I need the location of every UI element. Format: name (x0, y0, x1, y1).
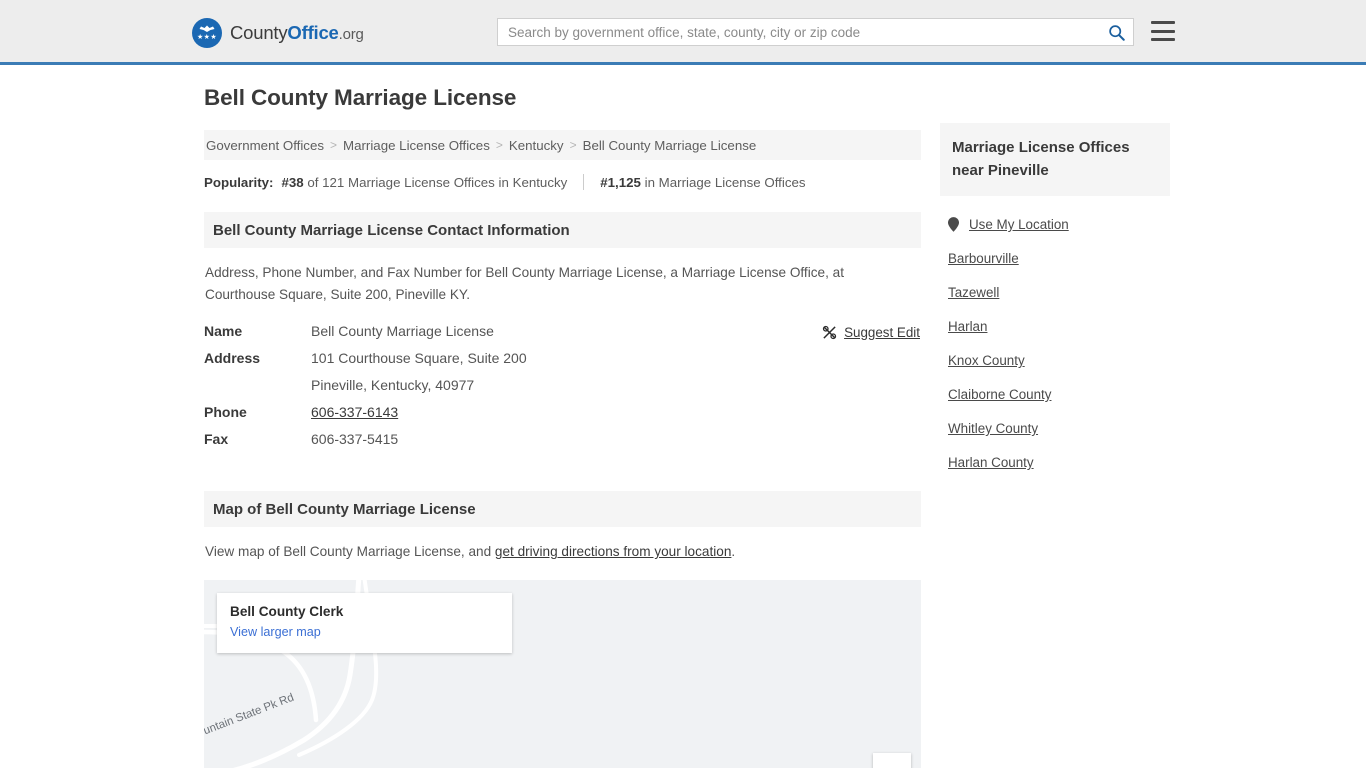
sidebar-link-harlan[interactable]: Harlan (948, 319, 987, 334)
contact-value-fax: 606-337-5415 (311, 431, 399, 447)
map-section-description: View map of Bell County Marriage License… (205, 541, 895, 563)
sidebar-link-use-my-location[interactable]: Use My Location (969, 217, 1069, 232)
site-logo-link[interactable]: ★★★ CountyOffice.org (192, 18, 364, 48)
map-description-suffix: . (731, 544, 736, 559)
contact-row-fax: Fax 606-337-5415 (204, 431, 921, 447)
popularity-label: Popularity: (204, 174, 274, 190)
logo-stars: ★★★ (196, 34, 218, 41)
hamburger-bar (1151, 29, 1175, 33)
sidebar-item-whitley-county[interactable]: Whitley County (940, 421, 1170, 436)
map-section: Map of Bell County Marriage License View… (204, 491, 921, 768)
popularity-state-text: of 121 Marriage License Offices in Kentu… (307, 174, 568, 190)
brand-org: .org (338, 26, 364, 43)
map-pin-icon (948, 217, 959, 232)
breadcrumb-item-marriage-license-offices[interactable]: Marriage License Offices (343, 138, 490, 153)
sidebar-link-tazewell[interactable]: Tazewell (948, 285, 999, 300)
contact-row-address-line2: Pineville, Kentucky, 40977 (204, 377, 921, 393)
sidebar: Marriage License Offices near Pineville … (940, 123, 1170, 489)
contact-row-phone: Phone 606-337-6143 (204, 404, 921, 420)
sidebar-item-barbourville[interactable]: Barbourville (940, 251, 1170, 266)
contact-value-address-line2: Pineville, Kentucky, 40977 (311, 377, 475, 393)
site-header: ★★★ CountyOffice.org (0, 0, 1366, 65)
edit-pencil-icon (822, 325, 837, 340)
breadcrumb-item-government-offices[interactable]: Government Offices (206, 138, 324, 153)
map-section-heading: Map of Bell County Marriage License (204, 491, 921, 527)
contact-label-name: Name (204, 323, 243, 339)
search-button[interactable] (1099, 19, 1133, 45)
sidebar-link-whitley-county[interactable]: Whitley County (948, 421, 1038, 436)
sidebar-link-harlan-county[interactable]: Harlan County (948, 455, 1034, 470)
main-content: Bell County Marriage License Government … (204, 85, 921, 768)
popularity-national-text: in Marriage License Offices (644, 174, 806, 190)
contact-row-name: Name Bell County Marriage License (204, 323, 921, 339)
popularity-national-rank: #1,125 (600, 174, 641, 190)
brand-wordmark: CountyOffice.org (230, 22, 364, 44)
search-icon (1108, 24, 1125, 41)
sidebar-item-claiborne-county[interactable]: Claiborne County (940, 387, 1170, 402)
contact-row-address: Address 101 Courthouse Square, Suite 200 (204, 350, 921, 366)
driving-directions-link[interactable]: get driving directions from your locatio… (495, 544, 732, 559)
contact-label-phone: Phone (204, 404, 247, 420)
sidebar-item-harlan-county[interactable]: Harlan County (940, 455, 1170, 470)
map-card-title: Bell County Clerk (230, 604, 344, 619)
eagle-stars-icon: ★★★ (192, 18, 222, 48)
brand-office: Office (287, 22, 339, 43)
hamburger-bar (1151, 38, 1175, 41)
brand-county: County (230, 22, 288, 43)
search-bar[interactable] (497, 18, 1134, 46)
map-zoom-control[interactable] (873, 753, 911, 768)
contact-section: Bell County Marriage License Contact Inf… (204, 212, 921, 447)
map-canvas[interactable]: ountain State Pk Rd Bell County Clerk Vi… (204, 580, 921, 768)
hamburger-menu-icon[interactable] (1151, 21, 1175, 41)
contact-label-fax: Fax (204, 431, 229, 447)
contact-section-description: Address, Phone Number, and Fax Number fo… (205, 265, 844, 302)
sidebar-heading: Marriage License Offices near Pineville (940, 123, 1170, 196)
sidebar-item-knox-county[interactable]: Knox County (940, 353, 1170, 368)
sidebar-link-barbourville[interactable]: Barbourville (948, 251, 1019, 266)
map-description-prefix: View map of Bell County Marriage License… (205, 544, 495, 559)
breadcrumb-separator: > (569, 138, 577, 152)
breadcrumb-item-current: Bell County Marriage License (582, 137, 757, 153)
sidebar-item-use-my-location[interactable]: Use My Location (940, 217, 1170, 232)
breadcrumb: Government Offices > Marriage License Of… (204, 130, 921, 160)
suggest-edit-button[interactable]: Suggest Edit (822, 325, 920, 340)
breadcrumb-separator: > (495, 138, 503, 152)
popularity-state-rank: #38 (281, 174, 304, 190)
sidebar-link-claiborne-county[interactable]: Claiborne County (948, 387, 1051, 402)
contact-details: Suggest Edit Name Bell County Marriage L… (204, 323, 921, 447)
contact-value-phone-link[interactable]: 606-337-6143 (311, 404, 398, 420)
contact-value-name: Bell County Marriage License (311, 323, 494, 339)
hamburger-bar (1151, 21, 1175, 24)
contact-section-heading: Bell County Marriage License Contact Inf… (204, 212, 921, 248)
sidebar-item-tazewell[interactable]: Tazewell (940, 285, 1170, 300)
sidebar-item-harlan[interactable]: Harlan (940, 319, 1170, 334)
sidebar-list: Use My Location Barbourville Tazewell Ha… (940, 217, 1170, 470)
breadcrumb-separator: > (330, 138, 338, 152)
popularity-divider (583, 174, 585, 190)
search-input[interactable] (498, 19, 1099, 45)
contact-label-address: Address (204, 350, 261, 366)
page-title: Bell County Marriage License (204, 85, 517, 110)
map-info-card: Bell County Clerk View larger map (217, 593, 512, 653)
popularity-row: Popularity: #38 of 121 Marriage License … (204, 174, 921, 190)
view-larger-map-link[interactable]: View larger map (230, 625, 321, 639)
sidebar-link-knox-county[interactable]: Knox County (948, 353, 1025, 368)
suggest-edit-label: Suggest Edit (844, 325, 920, 340)
contact-value-address-line1: 101 Courthouse Square, Suite 200 (311, 350, 527, 366)
breadcrumb-item-kentucky[interactable]: Kentucky (509, 138, 564, 153)
